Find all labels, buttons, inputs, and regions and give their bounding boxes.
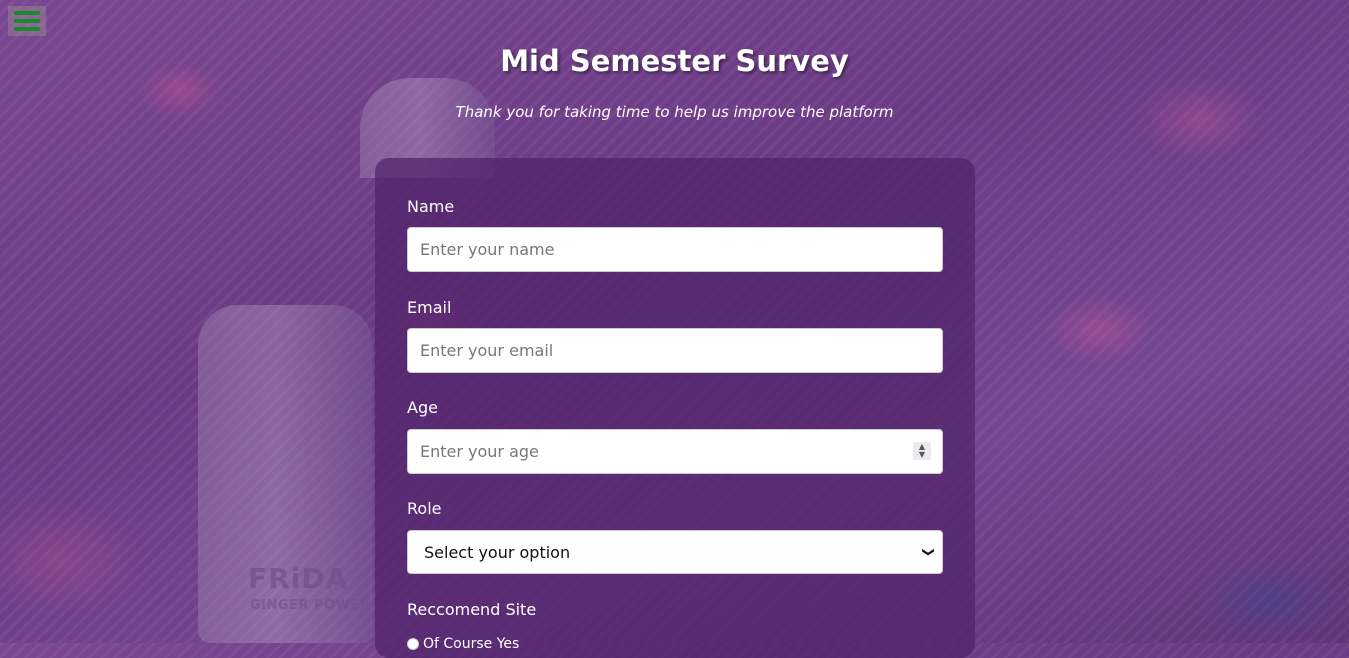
number-spinner-icon[interactable]: ▲ ▼: [913, 442, 931, 460]
menu-line: [14, 19, 40, 23]
menu-line: [14, 27, 40, 31]
hamburger-menu-icon[interactable]: [8, 6, 46, 36]
age-field-wrapper: ▲▼: [407, 429, 943, 474]
email-input[interactable]: [407, 328, 943, 373]
recommend-option[interactable]: Of Course Yes: [407, 636, 519, 652]
recommend-option-label: Of Course Yes: [423, 636, 520, 652]
survey-form: Name Email Age ▲▼ Role Select your optio…: [375, 158, 975, 658]
name-label: Name: [407, 197, 455, 216]
role-label: Role: [407, 499, 442, 518]
background-can-subtitle: GINGER POWER: [250, 598, 371, 613]
radio-button[interactable]: [407, 638, 419, 650]
menu-line: [14, 11, 40, 15]
age-label: Age: [407, 398, 438, 417]
role-select[interactable]: Select your option ❯: [407, 530, 943, 574]
chevron-down-icon: ❯: [921, 546, 936, 558]
role-select-value: Select your option: [424, 542, 571, 562]
page-title: Mid Semester Survey: [500, 44, 849, 78]
name-input[interactable]: [407, 227, 943, 272]
page-subtitle: Thank you for taking time to help us imp…: [455, 103, 894, 121]
email-label: Email: [407, 298, 452, 317]
recommend-label: Reccomend Site: [407, 600, 537, 619]
background-can-brand: FRiDA: [248, 562, 349, 595]
age-input[interactable]: [407, 429, 943, 474]
